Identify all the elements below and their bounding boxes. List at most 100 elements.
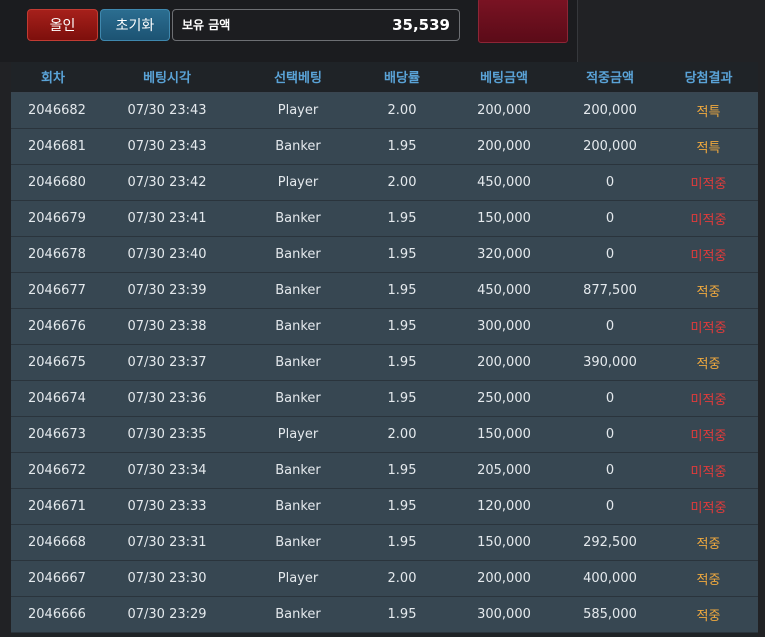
cell-odds: 1.95 <box>357 344 447 381</box>
cell-bet-amount: 150,000 <box>447 524 561 561</box>
balance-label: 보유 금액 <box>182 18 231 32</box>
cell-result: 미적중 <box>659 164 758 201</box>
cell-selection: Player <box>239 92 357 129</box>
cell-selection: Banker <box>239 380 357 417</box>
cell-result: 미적중 <box>659 380 758 417</box>
cell-result: 미적중 <box>659 236 758 273</box>
table-row: 2046678 07/30 23:40 Banker 1.95 320,000 0 미적중 <box>11 236 758 273</box>
cell-win-amount: 877,500 <box>561 272 659 309</box>
cell-win-amount: 200,000 <box>561 128 659 165</box>
table-header-row: 회차 베팅시각 선택베팅 배당률 베팅금액 적중금액 당첨결과 <box>11 62 758 93</box>
cell-odds: 1.95 <box>357 452 447 489</box>
header-odds: 배당률 <box>357 62 447 93</box>
cell-result: 미적중 <box>659 452 758 489</box>
cell-round: 2046680 <box>11 164 95 201</box>
cell-result: 적중 <box>659 596 758 633</box>
cell-win-amount: 0 <box>561 164 659 201</box>
cell-result: 적특 <box>659 128 758 165</box>
cell-odds: 1.95 <box>357 128 447 165</box>
cell-win-amount: 200,000 <box>561 92 659 129</box>
table-row: 2046681 07/30 23:43 Banker 1.95 200,000 200,0… <box>11 128 758 165</box>
cell-bet-amount: 200,000 <box>447 92 561 129</box>
cell-odds: 1.95 <box>357 308 447 345</box>
cell-bet-time: 07/30 23:29 <box>95 596 239 633</box>
cell-bet-time: 07/30 23:34 <box>95 452 239 489</box>
cell-result: 미적중 <box>659 416 758 453</box>
cell-odds: 1.95 <box>357 596 447 633</box>
cell-win-amount: 400,000 <box>561 560 659 597</box>
cell-bet-time: 07/30 23:38 <box>95 308 239 345</box>
cell-result: 적중 <box>659 344 758 381</box>
cell-bet-amount: 250,000 <box>447 380 561 417</box>
cell-round: 2046682 <box>11 92 95 129</box>
cell-result: 적중 <box>659 560 758 597</box>
header-bet-time: 베팅시각 <box>95 62 239 93</box>
cell-selection: Banker <box>239 236 357 273</box>
cell-round: 2046668 <box>11 524 95 561</box>
all-in-button[interactable]: 올인 <box>27 9 98 41</box>
cell-bet-time: 07/30 23:43 <box>95 128 239 165</box>
cell-selection: Banker <box>239 524 357 561</box>
cell-selection: Banker <box>239 488 357 525</box>
cell-result: 미적중 <box>659 200 758 237</box>
cell-odds: 1.95 <box>357 380 447 417</box>
cell-round: 2046676 <box>11 308 95 345</box>
cell-result: 적특 <box>659 92 758 129</box>
cell-bet-amount: 200,000 <box>447 344 561 381</box>
cell-win-amount: 292,500 <box>561 524 659 561</box>
cell-round: 2046666 <box>11 596 95 633</box>
cell-odds: 1.95 <box>357 200 447 237</box>
cell-bet-time: 07/30 23:43 <box>95 92 239 129</box>
cell-bet-amount: 320,000 <box>447 236 561 273</box>
cell-bet-amount: 200,000 <box>447 560 561 597</box>
cell-bet-amount: 150,000 <box>447 416 561 453</box>
cell-win-amount: 0 <box>561 488 659 525</box>
cell-win-amount: 0 <box>561 200 659 237</box>
bet-history-table: 회차 베팅시각 선택베팅 배당률 베팅금액 적중금액 당첨결과 2046682 0… <box>11 62 758 637</box>
table-row: 2046667 07/30 23:30 Player 2.00 200,000 400,0… <box>11 560 758 597</box>
cell-selection: Player <box>239 560 357 597</box>
table-row: 2046675 07/30 23:37 Banker 1.95 200,000 390,0… <box>11 344 758 381</box>
table-row: 2046679 07/30 23:41 Banker 1.95 150,000 0 미적중 <box>11 200 758 237</box>
cell-odds: 1.95 <box>357 524 447 561</box>
cell-round: 2046671 <box>11 488 95 525</box>
cell-bet-amount: 205,000 <box>447 452 561 489</box>
reset-button[interactable]: 초기화 <box>100 9 170 41</box>
cell-selection: Banker <box>239 452 357 489</box>
cell-selection: Player <box>239 164 357 201</box>
balance-display: 보유 금액 35,539 <box>172 9 460 41</box>
cell-odds: 2.00 <box>357 416 447 453</box>
header-win-amount: 적중금액 <box>561 62 659 93</box>
header-selection: 선택베팅 <box>239 62 357 93</box>
cell-round: 2046679 <box>11 200 95 237</box>
table-row: 2046671 07/30 23:33 Banker 1.95 120,000 0 미적중 <box>11 488 758 525</box>
cell-win-amount: 0 <box>561 452 659 489</box>
cell-bet-amount: 150,000 <box>447 200 561 237</box>
cell-selection: Banker <box>239 344 357 381</box>
table-row: 2046677 07/30 23:39 Banker 1.95 450,000 877,5… <box>11 272 758 309</box>
cell-bet-time: 07/30 23:33 <box>95 488 239 525</box>
cell-bet-time: 07/30 23:31 <box>95 524 239 561</box>
cell-bet-time: 07/30 23:36 <box>95 380 239 417</box>
cell-round: 2046677 <box>11 272 95 309</box>
cell-win-amount: 0 <box>561 416 659 453</box>
cell-bet-amount: 300,000 <box>447 308 561 345</box>
cell-bet-time: 07/30 23:35 <box>95 416 239 453</box>
cell-selection: Banker <box>239 128 357 165</box>
cell-odds: 1.95 <box>357 236 447 273</box>
table-row: 2046680 07/30 23:42 Player 2.00 450,000 0 미적중 <box>11 164 758 201</box>
table-row: 2046672 07/30 23:34 Banker 1.95 205,000 0 미적중 <box>11 452 758 489</box>
cell-selection: Banker <box>239 308 357 345</box>
table-row: 2046666 07/30 23:29 Banker 1.95 300,000 585,0… <box>11 596 758 633</box>
cell-win-amount: 390,000 <box>561 344 659 381</box>
table-row: 2046674 07/30 23:36 Banker 1.95 250,000 0 미적중 <box>11 380 758 417</box>
cell-result: 미적중 <box>659 488 758 525</box>
table-row: 2046676 07/30 23:38 Banker 1.95 300,000 0 미적중 <box>11 308 758 345</box>
cell-bet-time: 07/30 23:30 <box>95 560 239 597</box>
cell-round: 2046672 <box>11 452 95 489</box>
balance-value: 35,539 <box>392 16 450 34</box>
cell-selection: Banker <box>239 596 357 633</box>
action-button[interactable] <box>478 0 568 43</box>
cell-result: 적중 <box>659 272 758 309</box>
header-bet-amount: 베팅금액 <box>447 62 561 93</box>
